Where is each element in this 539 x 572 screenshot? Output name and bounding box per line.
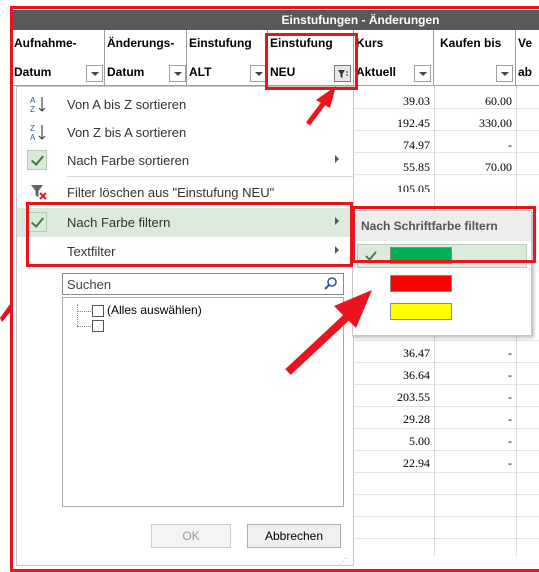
arrow-fragment-left (0, 304, 12, 322)
arrow-to-green-swatch (285, 290, 372, 375)
annotation-arrows (0, 86, 372, 375)
arrow-to-filter-icon (306, 86, 336, 126)
